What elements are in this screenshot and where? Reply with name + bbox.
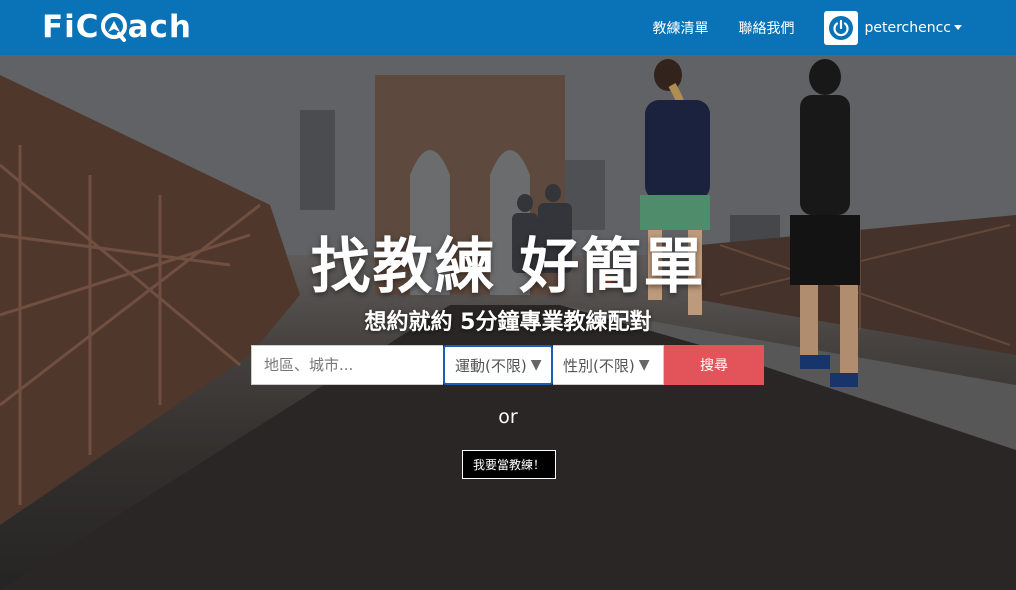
search-button[interactable]: 搜尋	[664, 345, 764, 385]
gender-select[interactable]: 性別(不限) ▼	[553, 345, 664, 385]
nav-contact-us[interactable]: 聯絡我們	[738, 18, 794, 38]
hero-headline: 找教練 好簡單	[310, 232, 706, 302]
logo-text-left: FiC	[42, 9, 100, 45]
nav-links: 教練清單 聯絡我們 peterchencc	[652, 0, 1016, 55]
power-icon	[824, 10, 859, 45]
or-divider-text: or	[498, 406, 518, 428]
user-menu[interactable]: peterchencc	[824, 10, 962, 45]
become-coach-button[interactable]: 我要當教練！	[462, 450, 556, 479]
ficoach-logo[interactable]: FiC ach	[42, 8, 192, 46]
username: peterchencc	[864, 19, 951, 36]
top-navbar: FiC ach 教練清單 聯絡我們 peterchencc	[0, 0, 1016, 55]
location-search-input[interactable]	[251, 345, 443, 385]
logo-text-right: ach	[127, 9, 192, 45]
hero-subline: 想約就約 5分鐘專業教練配對	[364, 310, 652, 335]
location-pin-icon	[100, 12, 127, 42]
sport-select-value: 運動(不限)	[455, 356, 527, 375]
nav-coach-list[interactable]: 教練清單	[652, 18, 708, 38]
sport-select[interactable]: 運動(不限) ▼	[443, 345, 553, 385]
hero-section: 找教練 好簡單 想約就約 5分鐘專業教練配對 運動(不限) ▼ 性別(不限) ▼…	[0, 55, 1016, 590]
search-form: 運動(不限) ▼ 性別(不限) ▼ 搜尋	[251, 345, 764, 385]
chevron-down-icon	[954, 25, 962, 30]
dropdown-arrow-icon: ▼	[530, 357, 542, 373]
dropdown-arrow-icon: ▼	[638, 357, 650, 373]
gender-select-value: 性別(不限)	[563, 356, 635, 375]
